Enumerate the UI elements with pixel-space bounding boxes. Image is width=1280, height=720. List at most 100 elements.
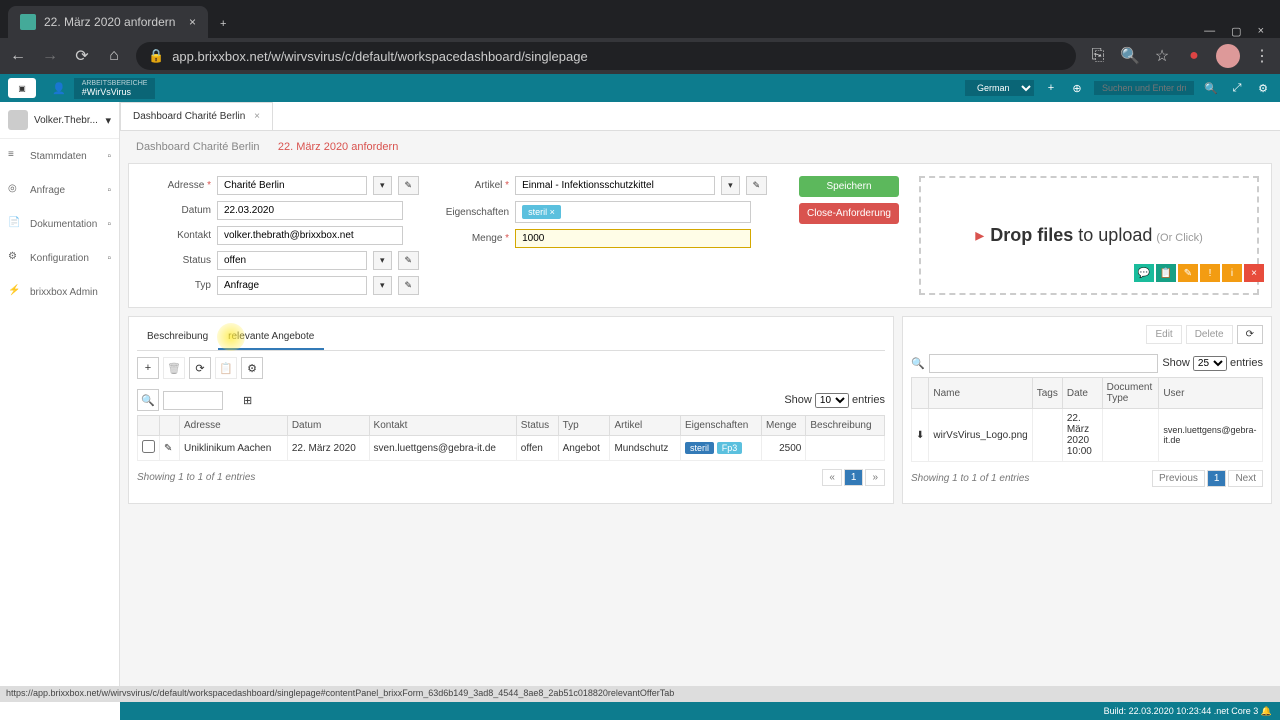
plus-icon[interactable]: + [1042, 82, 1060, 94]
gear-icon[interactable]: ⚙ [1254, 82, 1272, 95]
zoom-icon[interactable]: 🔍 [1120, 46, 1140, 66]
delete-row-button[interactable]: 🗑 [163, 357, 185, 379]
row-edit-icon[interactable]: ✎ [160, 436, 180, 461]
language-select[interactable]: German [965, 80, 1034, 96]
typ-edit-icon[interactable]: ✎ [398, 276, 420, 295]
extension-icon[interactable]: ● [1184, 47, 1204, 65]
doc-col-type[interactable]: Document Type [1102, 378, 1159, 409]
home-icon[interactable]: ⌂ [104, 47, 124, 65]
expand-icon[interactable]: ⤢ [1228, 82, 1246, 95]
doc-delete-button[interactable]: Delete [1186, 325, 1233, 344]
col-status[interactable]: Status [516, 416, 558, 436]
col-kontakt[interactable]: Kontakt [369, 416, 516, 436]
adresse-edit-icon[interactable]: ✎ [398, 176, 420, 195]
doc-next-button[interactable]: Next [1228, 470, 1263, 487]
page-prev-button[interactable]: « [822, 469, 842, 486]
browser-tab[interactable]: 22. März 2020 anfordern × [8, 6, 208, 38]
settings-button[interactable]: ⚙ [241, 357, 263, 379]
doc-search-input[interactable] [929, 354, 1159, 373]
doc-refresh-button[interactable]: ⟳ [1237, 325, 1263, 344]
col-menge[interactable]: Menge [762, 416, 806, 436]
datum-input[interactable] [217, 201, 403, 220]
search-go-icon[interactable]: 🔍 [1202, 82, 1220, 95]
url-field[interactable]: 🔒 app.brixxbox.net/w/wirvsvirus/c/defaul… [136, 42, 1076, 70]
profile-avatar[interactable] [1216, 44, 1240, 68]
doc-prev-button[interactable]: Previous [1152, 470, 1205, 487]
table-row[interactable]: ✎ Uniklinikum Aachen 22. März 2020 sven.… [138, 436, 885, 461]
kontakt-input[interactable] [217, 226, 403, 245]
doc-col-user[interactable]: User [1159, 378, 1263, 409]
menu-icon[interactable]: ⋮ [1252, 46, 1272, 66]
subtab-angebote[interactable]: relevante Angebote [218, 325, 324, 350]
target-icon[interactable]: ⊕ [1068, 82, 1086, 95]
action-green-icon[interactable]: 💬 [1134, 264, 1154, 282]
action-warn2-icon[interactable]: i [1222, 264, 1242, 282]
page-1-button[interactable]: 1 [844, 469, 864, 486]
col-artikel[interactable]: Artikel [610, 416, 680, 436]
status-edit-icon[interactable]: ✎ [398, 251, 420, 270]
copy-button[interactable]: 📋 [215, 357, 237, 379]
typ-dropdown-icon[interactable]: ▾ [373, 276, 392, 295]
table-search-icon[interactable]: 🔍 [137, 389, 159, 411]
row-checkbox[interactable] [142, 440, 155, 453]
doc-edit-button[interactable]: Edit [1146, 325, 1181, 344]
sidebar-item-konfiguration[interactable]: ⚙Konfiguration▫ [0, 241, 119, 275]
subtab-beschreibung[interactable]: Beschreibung [137, 325, 218, 350]
breadcrumb-parent[interactable]: Dashboard Charité Berlin [136, 141, 260, 153]
doc-page-1-button[interactable]: 1 [1207, 470, 1227, 487]
install-icon[interactable]: ⎘ [1088, 47, 1108, 65]
col-typ[interactable]: Typ [558, 416, 610, 436]
workspace-selector[interactable]: ARBEITSBEREICHE #WirVsVirus [74, 78, 156, 99]
bookmark-icon[interactable]: ☆ [1152, 46, 1172, 66]
columns-icon[interactable]: ⊞ [243, 394, 252, 407]
chevron-down-icon[interactable]: ▾ [105, 114, 111, 127]
action-delete-icon[interactable]: × [1244, 264, 1264, 282]
refresh-button[interactable]: ⟳ [189, 357, 211, 379]
action-warn1-icon[interactable]: ! [1200, 264, 1220, 282]
doc-col-name[interactable]: Name [929, 378, 1032, 409]
close-anforderung-button[interactable]: Close-Anforderung [799, 203, 899, 224]
status-dropdown-icon[interactable]: ▾ [373, 251, 392, 270]
close-window-icon[interactable]: × [1258, 25, 1264, 38]
doc-page-size-select[interactable]: 25 [1193, 356, 1227, 371]
col-datum[interactable]: Datum [287, 416, 369, 436]
header-search-input[interactable] [1094, 81, 1194, 95]
table-search-input[interactable] [163, 391, 223, 410]
page-next-button[interactable]: » [865, 469, 885, 486]
adresse-input[interactable] [217, 176, 367, 195]
tab-close-icon[interactable]: × [189, 15, 196, 29]
artikel-dropdown-icon[interactable]: ▾ [721, 176, 740, 195]
add-row-button[interactable]: + [137, 357, 159, 379]
tab-close-icon[interactable]: × [254, 111, 260, 122]
action-orange-icon[interactable]: ✎ [1178, 264, 1198, 282]
status-input[interactable] [217, 251, 367, 270]
sidebar-item-admin[interactable]: ⚡brixxbox Admin [0, 275, 119, 309]
typ-input[interactable] [217, 276, 367, 295]
new-tab-button[interactable]: + [208, 10, 238, 38]
reload-icon[interactable]: ⟳ [72, 46, 92, 66]
artikel-input[interactable] [515, 176, 715, 195]
back-icon[interactable]: ← [8, 47, 28, 65]
col-adresse[interactable]: Adresse [180, 416, 288, 436]
artikel-edit-icon[interactable]: ✎ [746, 176, 768, 195]
col-eigenschaften[interactable]: Eigenschaften [680, 416, 761, 436]
tag-steril[interactable]: steril × [522, 205, 561, 219]
col-beschreibung[interactable]: Beschreibung [806, 416, 885, 436]
doc-col-date[interactable]: Date [1062, 378, 1102, 409]
minimize-icon[interactable]: — [1204, 25, 1215, 38]
maximize-icon[interactable]: ▢ [1231, 25, 1241, 38]
menge-input[interactable] [515, 229, 751, 248]
save-button[interactable]: Speichern [799, 176, 899, 197]
page-size-select[interactable]: 10 [815, 393, 849, 408]
sidebar-user[interactable]: Volker.Thebr... ▾ [0, 102, 119, 139]
doc-col-tags[interactable]: Tags [1032, 378, 1062, 409]
eigenschaften-input[interactable]: steril × [515, 201, 751, 223]
sidebar-item-dokumentation[interactable]: 📄Dokumentation▫ [0, 207, 119, 241]
action-teal-icon[interactable]: 📋 [1156, 264, 1176, 282]
app-logo[interactable]: ▣ [8, 78, 36, 98]
download-icon[interactable]: ⬇ [912, 409, 929, 462]
tab-dashboard[interactable]: Dashboard Charité Berlin × [120, 102, 273, 130]
sidebar-item-anfrage[interactable]: ◎Anfrage▫ [0, 173, 119, 207]
table-row[interactable]: ⬇ wirVsVirus_Logo.png 22. März 2020 10:0… [912, 409, 1263, 462]
forward-icon[interactable]: → [40, 47, 60, 65]
